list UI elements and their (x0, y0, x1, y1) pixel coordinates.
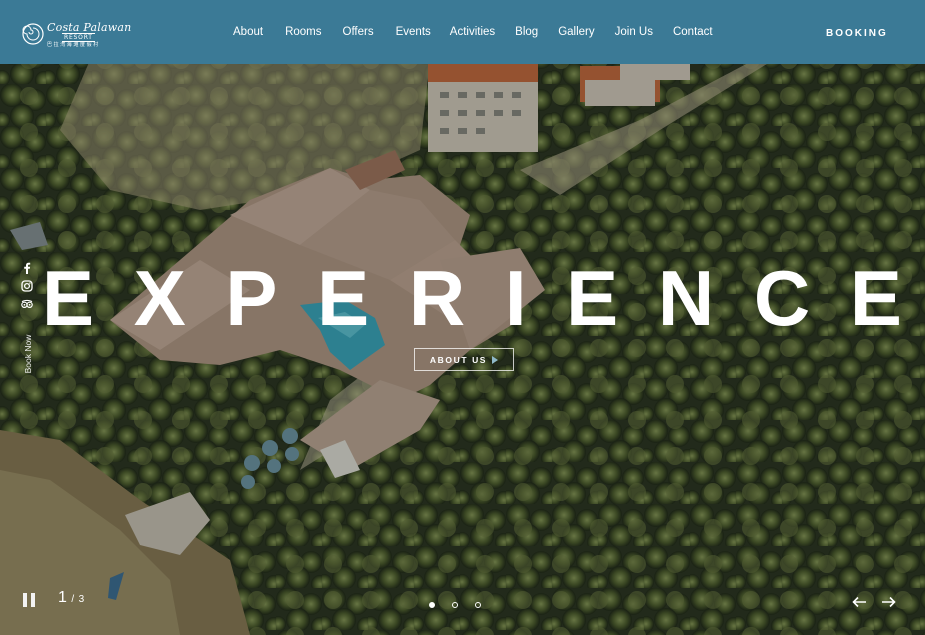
arrow-left-icon[interactable] (852, 596, 867, 608)
headline-letter: P (225, 254, 278, 342)
pause-icon (23, 593, 27, 607)
instagram-icon[interactable] (21, 280, 33, 292)
tripadvisor-icon[interactable] (21, 298, 33, 310)
about-us-button[interactable]: ABOUT US (414, 348, 514, 371)
top-navigation-bar: Costa Palawan RESORT 巴拉湾海滩度假村 About Room… (0, 0, 925, 64)
pause-button[interactable] (23, 593, 35, 607)
slide-dot-1[interactable] (429, 602, 435, 608)
slide-counter-separator: / (71, 594, 75, 605)
pause-icon (31, 593, 35, 607)
nav-item-join-us[interactable]: Join Us (615, 26, 653, 38)
headline-letter: C (753, 254, 811, 342)
nav-item-activities[interactable]: Activities (450, 26, 495, 38)
nav-item-about[interactable]: About (233, 26, 263, 38)
slide-dot-3[interactable] (475, 602, 481, 608)
main-nav: About Rooms Offers Events Activities Blo… (233, 26, 713, 38)
nav-item-blog[interactable]: Blog (515, 26, 538, 38)
play-triangle-icon (492, 355, 499, 364)
booking-button[interactable]: BOOKING (826, 28, 888, 39)
slide-dot-2[interactable] (452, 602, 458, 608)
total-slides-number: 3 (78, 594, 85, 605)
about-us-label: ABOUT US (429, 354, 488, 365)
slide-dots (429, 602, 481, 608)
headline-letter: E (849, 254, 902, 342)
headline-letter: R (408, 254, 466, 342)
hero-headline: E X P E R I E N C E (42, 258, 902, 338)
facebook-icon[interactable] (21, 262, 33, 274)
resort-logo[interactable]: Costa Palawan RESORT 巴拉湾海滩度假村 (22, 21, 131, 48)
nav-item-events[interactable]: Events (396, 26, 431, 38)
headline-letter: I (504, 254, 527, 342)
headline-letter: E (566, 254, 619, 342)
headline-letter: X (133, 254, 186, 342)
nav-item-contact[interactable]: Contact (673, 26, 713, 38)
book-now-link[interactable]: Book Now (8, 335, 48, 374)
nav-item-offers[interactable]: Offers (343, 26, 374, 38)
headline-letter: E (42, 254, 95, 342)
headline-letter: E (317, 254, 370, 342)
slide-arrows (852, 596, 896, 608)
slide-counter: 1 / 3 (58, 589, 84, 607)
shell-logo-icon (22, 23, 44, 45)
social-rail (21, 262, 35, 316)
logo-chinese-text: 巴拉湾海滩度假村 (47, 42, 100, 48)
arrow-right-icon[interactable] (881, 596, 896, 608)
current-slide-number: 1 (58, 589, 67, 606)
nav-item-rooms[interactable]: Rooms (285, 26, 321, 38)
headline-letter: N (657, 254, 715, 342)
nav-item-gallery[interactable]: Gallery (558, 26, 594, 38)
